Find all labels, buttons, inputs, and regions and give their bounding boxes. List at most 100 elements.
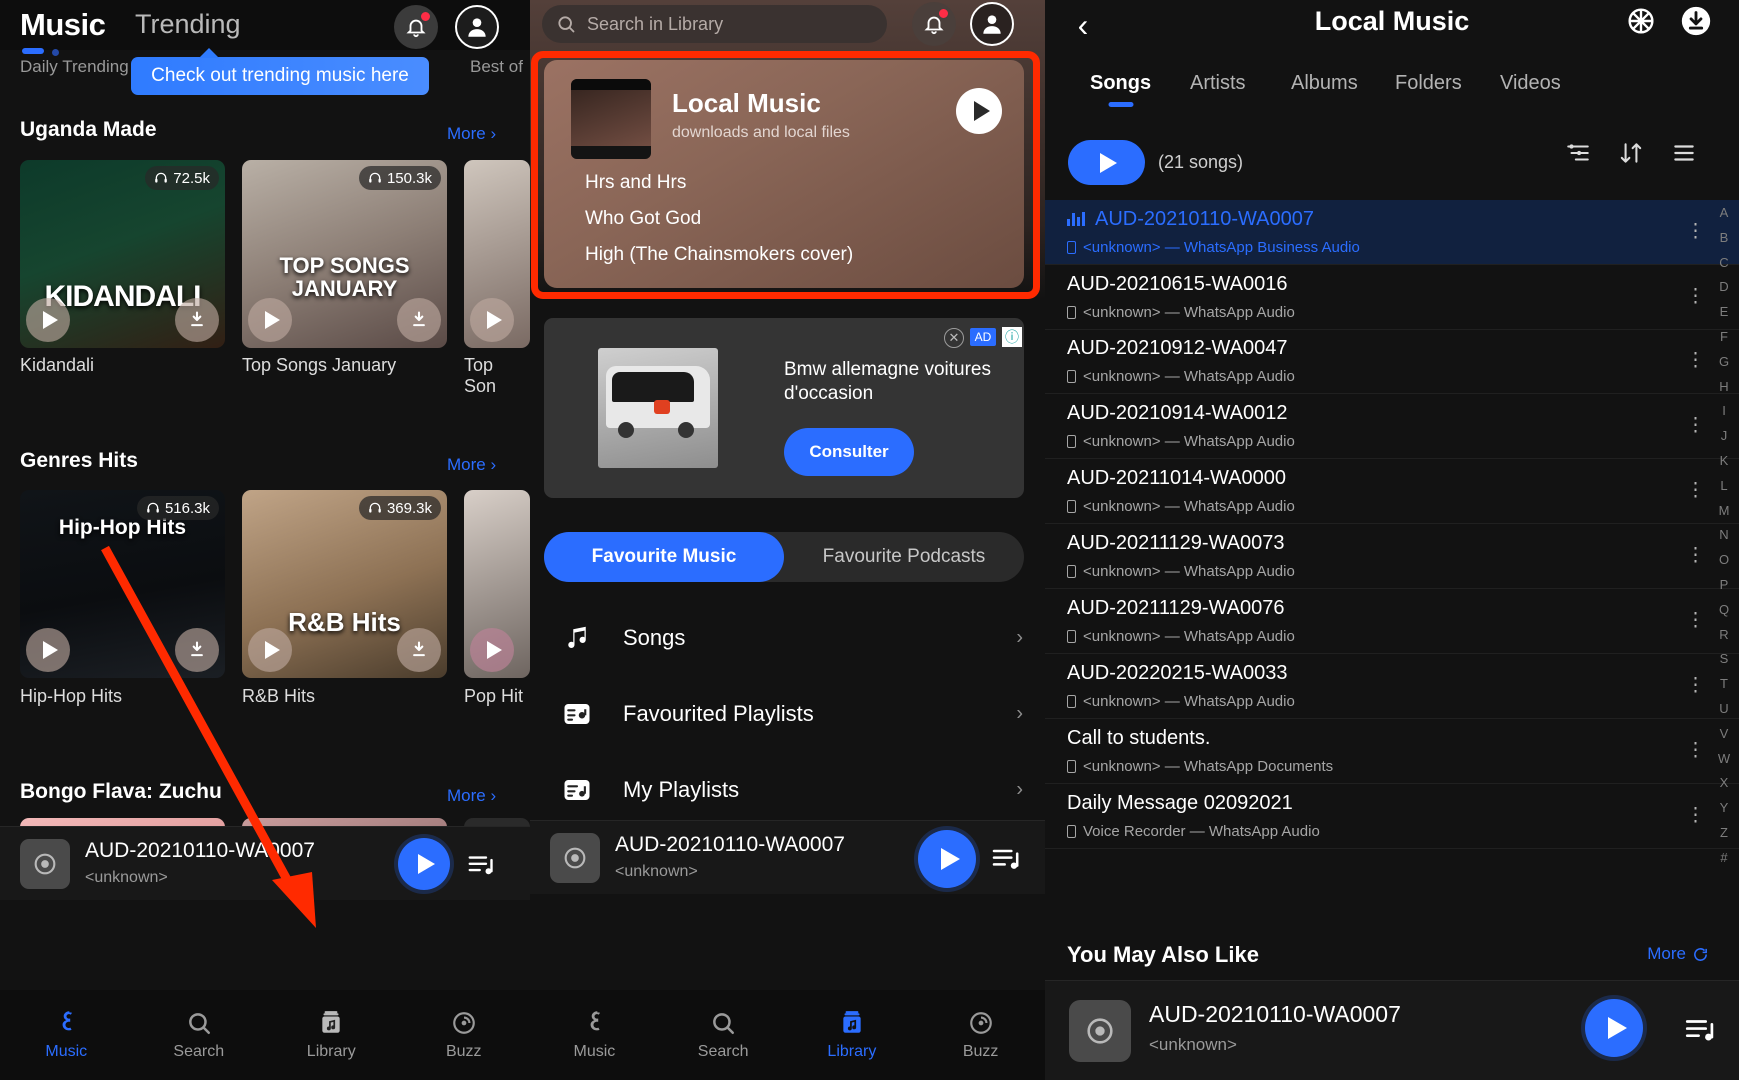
index-letter[interactable]: T: [1720, 676, 1728, 691]
local-music-card[interactable]: Local Music downloads and local files Hr…: [544, 60, 1024, 288]
index-letter[interactable]: I: [1722, 403, 1726, 418]
bell-icon[interactable]: [912, 2, 956, 46]
subheader-best-of[interactable]: Best of: [470, 57, 523, 77]
index-letter[interactable]: B: [1720, 230, 1729, 245]
segment-favourite-podcasts[interactable]: Favourite Podcasts: [784, 532, 1024, 582]
tab-library[interactable]: Library: [265, 990, 398, 1080]
row-my-playlists[interactable]: My Playlists ›: [530, 752, 1045, 828]
index-letter[interactable]: J: [1721, 428, 1728, 443]
index-letter[interactable]: R: [1719, 627, 1728, 642]
local-music-play-button[interactable]: [956, 88, 1002, 134]
song-menu-icon[interactable]: ⋮: [1686, 350, 1705, 369]
card-download-button[interactable]: [397, 628, 441, 672]
song-row[interactable]: AUD-20211129-WA0073 <unknown> — WhatsApp…: [1045, 524, 1739, 589]
index-letter[interactable]: V: [1720, 726, 1729, 741]
queue-icon[interactable]: [1683, 1013, 1717, 1052]
row-songs[interactable]: Songs ›: [530, 600, 1045, 676]
mini-player-play-button[interactable]: [398, 838, 450, 890]
avatar[interactable]: [970, 2, 1014, 46]
card-play-button[interactable]: [26, 628, 70, 672]
tab-artists[interactable]: Artists: [1190, 72, 1246, 95]
suggestion-player[interactable]: AUD-20210110-WA0007 <unknown>: [1045, 980, 1739, 1080]
queue-icon[interactable]: [990, 843, 1022, 880]
song-menu-icon[interactable]: ⋮: [1686, 286, 1705, 305]
mini-player[interactable]: AUD-20210110-WA0007 <unknown>: [530, 820, 1045, 894]
mini-player[interactable]: AUD-20210110-WA0007 <unknown>: [0, 826, 530, 900]
song-menu-icon[interactable]: ⋮: [1686, 480, 1705, 499]
song-row[interactable]: AUD-20210615-WA0016 <unknown> — WhatsApp…: [1045, 265, 1739, 330]
close-icon[interactable]: ✕: [944, 328, 964, 348]
index-letter[interactable]: W: [1718, 751, 1730, 766]
card-top-songs-partial[interactable]: [464, 160, 530, 348]
sort-icon[interactable]: [1618, 140, 1644, 171]
section-more-uganda-made[interactable]: More ›: [447, 124, 496, 144]
index-letter[interactable]: M: [1719, 503, 1730, 518]
index-letter[interactable]: F: [1720, 329, 1728, 344]
tab-folders[interactable]: Folders: [1395, 72, 1462, 95]
song-menu-icon[interactable]: ⋮: [1686, 415, 1705, 434]
tab-songs[interactable]: Songs: [1090, 72, 1151, 107]
song-menu-icon[interactable]: ⋮: [1686, 545, 1705, 564]
search-input[interactable]: Search in Library: [542, 5, 887, 43]
index-letter[interactable]: H: [1719, 379, 1728, 394]
segment-favourite-music[interactable]: Favourite Music: [544, 532, 784, 582]
subheader-daily-trending[interactable]: Daily Trending: [20, 57, 129, 77]
song-row[interactable]: AUD-20211014-WA0000 <unknown> — WhatsApp…: [1045, 459, 1739, 524]
card-kidandali[interactable]: KIDANDALI 72.5k: [20, 160, 225, 348]
index-letter[interactable]: #: [1720, 850, 1727, 865]
song-row[interactable]: AUD-20210912-WA0047 <unknown> — WhatsApp…: [1045, 329, 1739, 394]
tab-trending[interactable]: Trending: [135, 9, 241, 40]
avatar[interactable]: [455, 5, 499, 49]
index-letter[interactable]: P: [1720, 577, 1729, 592]
index-letter[interactable]: A: [1720, 205, 1729, 220]
list-icon[interactable]: [1671, 140, 1697, 171]
card-pop-hits-partial[interactable]: [464, 490, 530, 678]
card-download-button[interactable]: [175, 628, 219, 672]
mini-player-play-button[interactable]: [918, 830, 976, 888]
tab-buzz[interactable]: Buzz: [398, 990, 531, 1080]
card-play-button[interactable]: [248, 628, 292, 672]
card-play-button[interactable]: [470, 298, 514, 342]
index-letter[interactable]: D: [1719, 279, 1728, 294]
song-row[interactable]: AUD-20220215-WA0033 <unknown> — WhatsApp…: [1045, 654, 1739, 719]
card-rnb-hits[interactable]: R&B Hits 369.3k: [242, 490, 447, 678]
index-letter[interactable]: G: [1719, 354, 1729, 369]
card-play-button[interactable]: [248, 298, 292, 342]
index-letter[interactable]: Z: [1720, 825, 1728, 840]
download-icon[interactable]: [1679, 4, 1719, 44]
suggestion-play-button[interactable]: [1585, 999, 1643, 1057]
section-more-genres-hits[interactable]: More ›: [447, 455, 496, 475]
card-top-songs-january[interactable]: TOP SONGS JANUARY 150.3k: [242, 160, 447, 348]
tab-library[interactable]: Library: [788, 990, 917, 1080]
song-menu-icon[interactable]: ⋮: [1686, 740, 1705, 759]
tab-buzz[interactable]: Buzz: [916, 990, 1045, 1080]
index-letter[interactable]: O: [1719, 552, 1729, 567]
index-letter[interactable]: N: [1719, 527, 1728, 542]
index-letter[interactable]: C: [1719, 255, 1728, 270]
ad-card[interactable]: Bmw allemagne voitures d'occasion Consul…: [544, 318, 1024, 498]
bell-icon[interactable]: [394, 5, 438, 49]
index-letter[interactable]: E: [1720, 304, 1729, 319]
filter-icon[interactable]: [1565, 140, 1591, 171]
card-hip-hop-hits[interactable]: Hip-Hop Hits 516.3k: [20, 490, 225, 678]
tab-music[interactable]: Music: [0, 990, 133, 1080]
you-may-also-like-more[interactable]: More: [1647, 944, 1709, 964]
tab-search[interactable]: Search: [659, 990, 788, 1080]
scan-icon[interactable]: [1624, 4, 1664, 44]
tab-search[interactable]: Search: [133, 990, 266, 1080]
local-music-track[interactable]: Hrs and Hrs: [585, 172, 686, 194]
song-menu-icon[interactable]: ⋮: [1686, 221, 1705, 240]
ad-cta-button[interactable]: Consulter: [784, 428, 914, 476]
section-more-bongo-flava[interactable]: More ›: [447, 786, 496, 806]
song-menu-icon[interactable]: ⋮: [1686, 675, 1705, 694]
index-letter[interactable]: L: [1720, 478, 1727, 493]
tab-albums[interactable]: Albums: [1291, 72, 1358, 95]
song-row[interactable]: AUD-20210914-WA0012 <unknown> — WhatsApp…: [1045, 394, 1739, 459]
index-letter[interactable]: Y: [1720, 800, 1729, 815]
alphabet-index[interactable]: A B C D E F G H I J K L M N O P Q R S T U V W X Y Z #: [1711, 205, 1737, 865]
index-letter[interactable]: S: [1720, 651, 1729, 666]
index-letter[interactable]: U: [1719, 701, 1728, 716]
card-play-button[interactable]: [470, 628, 514, 672]
info-icon[interactable]: ⓘ: [1002, 327, 1022, 347]
play-all-button[interactable]: [1068, 140, 1145, 185]
